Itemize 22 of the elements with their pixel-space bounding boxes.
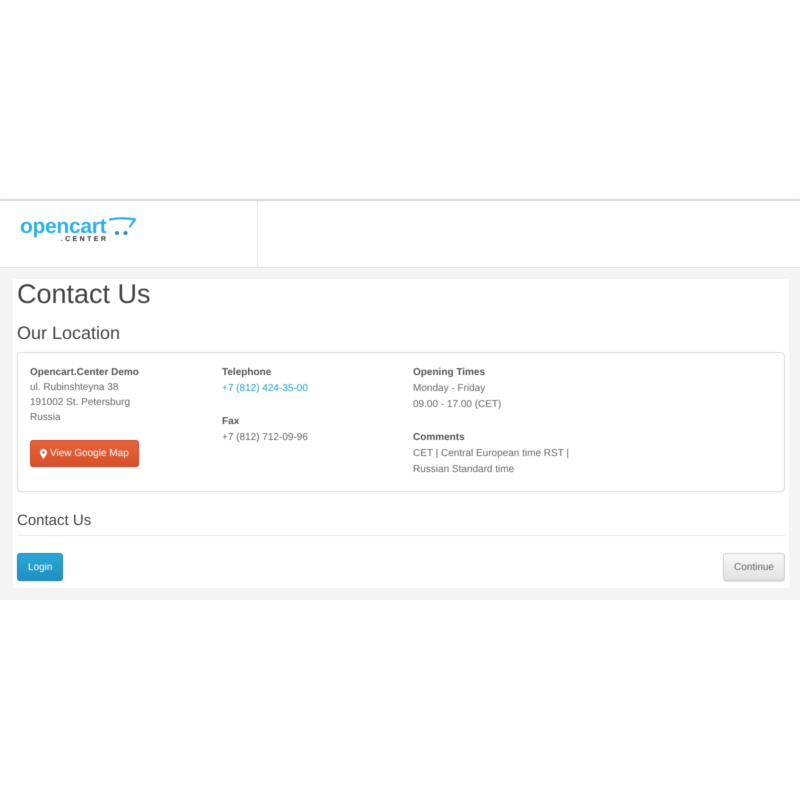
telephone-link[interactable]: +7 (812) 424-35-00 xyxy=(222,381,308,397)
telephone-label: Telephone xyxy=(222,366,272,380)
continue-button[interactable]: Continue xyxy=(722,553,785,581)
opening-times-label: Opening Times xyxy=(413,366,486,380)
opening-times-text: Monday - Friday xyxy=(413,382,486,396)
address-line: Russia xyxy=(30,411,61,425)
fax-label: Fax xyxy=(222,415,240,429)
page-title: Contact Us xyxy=(17,279,152,309)
section-heading: Our Location xyxy=(17,322,122,344)
cart-icon xyxy=(109,217,136,236)
fax-number: +7 (812) 712-09-96 xyxy=(222,431,308,445)
store-name: Opencart.Center Demo xyxy=(30,366,139,380)
address-line: ul. Rubinshteyna 38 xyxy=(30,381,118,395)
comments-text: CET | Central European time RST | Russian Standard time xyxy=(413,447,570,477)
logo-wordmark: opencart xyxy=(20,216,106,237)
map-pin-icon xyxy=(40,448,47,458)
view-map-button[interactable]: View Google Map xyxy=(30,440,139,467)
login-button[interactable]: Login xyxy=(17,553,64,581)
address-line: 191002 St. Petersburg xyxy=(30,396,130,410)
comments-label: Comments xyxy=(413,431,465,445)
form-heading: Contact Us xyxy=(17,512,92,530)
opening-times-text: 09.00 - 17.00 (CET) xyxy=(413,398,502,412)
